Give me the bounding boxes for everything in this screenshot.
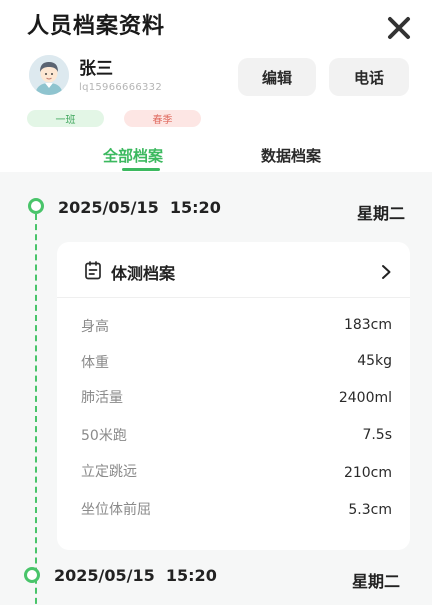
metric-value: 7.5s: [362, 427, 392, 443]
user-id: lq15966666332: [79, 82, 163, 93]
profile-header: 人员档案资料 张三 lq15966666332 编辑 电话 一班 春季 全部档案…: [0, 0, 432, 172]
close-icon: [388, 17, 410, 39]
user-avatar-icon: [29, 55, 69, 95]
profile-screen: 人员档案资料 张三 lq15966666332 编辑 电话 一班 春季 全部档案…: [0, 0, 432, 605]
call-button[interactable]: 电话: [329, 58, 409, 96]
metric-label: 立定跳远: [81, 464, 137, 480]
tab-all-records[interactable]: 全部档案: [103, 145, 163, 166]
timeline-dot: [24, 567, 40, 583]
tab-data-records[interactable]: 数据档案: [261, 145, 321, 166]
metric-value: 45kg: [357, 353, 392, 369]
record-title: 体测档案: [111, 264, 176, 283]
edit-button[interactable]: 编辑: [238, 58, 316, 96]
close-button[interactable]: [382, 12, 416, 44]
chevron-right-icon: [382, 265, 391, 279]
fitness-record-header[interactable]: 体测档案: [57, 242, 410, 298]
clipboard-icon: [85, 261, 101, 280]
metric-value: 2400ml: [338, 390, 392, 406]
avatar: [29, 55, 69, 95]
fitness-record-card: 体测档案 身高 183cm 体重 45kg 肺活量 2400ml 50米跑 7.…: [57, 242, 410, 550]
timeline-date: 2025/05/15 15:20: [58, 198, 221, 217]
timeline-weekday: 星期二: [357, 204, 406, 223]
timeline-weekday: 星期二: [352, 572, 401, 591]
timeline-dot: [28, 198, 44, 214]
metric-label: 身高: [81, 319, 109, 335]
season-tag: 春季: [124, 110, 201, 127]
active-tab-indicator: [122, 168, 160, 171]
metric-value: 5.3cm: [348, 502, 392, 518]
metric-value: 183cm: [343, 317, 392, 333]
timeline-date: 2025/05/15 15:20: [54, 566, 217, 585]
metric-label: 坐位体前屈: [81, 502, 151, 518]
user-name: 张三: [79, 59, 113, 79]
metric-label: 体重: [81, 355, 109, 371]
page-title: 人员档案资料: [27, 14, 166, 39]
metric-label: 肺活量: [81, 390, 123, 406]
metric-label: 50米跑: [81, 428, 127, 444]
class-tag: 一班: [27, 110, 104, 127]
timeline-line: [35, 214, 37, 605]
metric-value: 210cm: [343, 465, 392, 481]
